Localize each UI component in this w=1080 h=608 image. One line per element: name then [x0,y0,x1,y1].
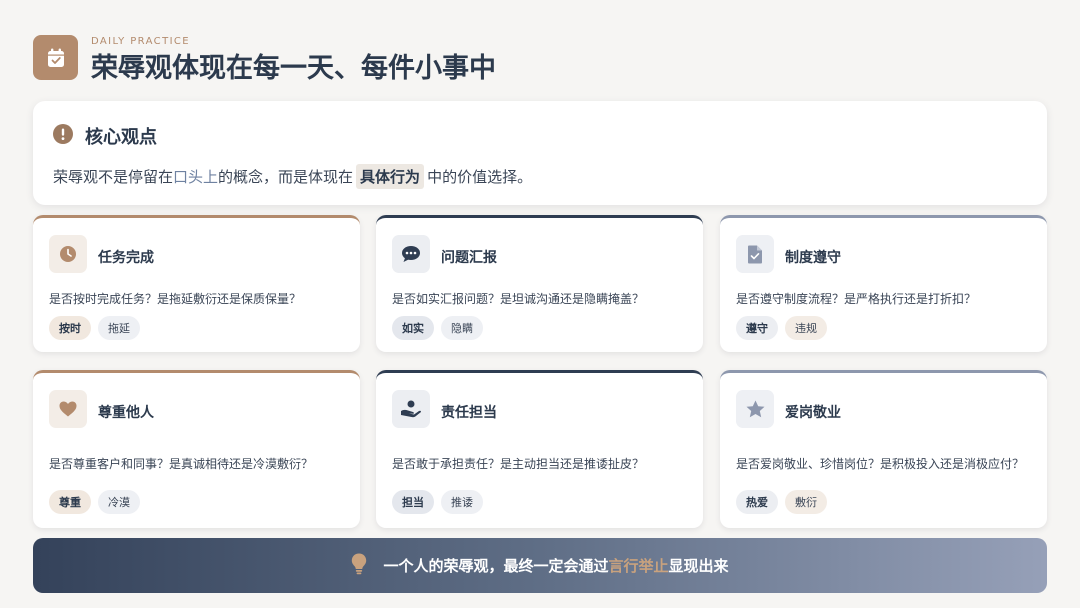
conclusion-banner: 一个人的荣辱观，最终一定会通过言行举止显现出来 [33,538,1047,593]
core-highlight-verbal: 口头上 [173,168,219,186]
tag-positive: 担当 [392,490,434,514]
tag-positive: 按时 [49,316,91,340]
card-question: 是否尊重客户和同事？是真诚相待还是冷漠敷衍？ [49,457,314,471]
tag-negative: 隐瞒 [441,316,483,340]
card-title: 爱岗敬业 [785,405,841,421]
page-title: 荣辱观体现在每一天、每件小事中 [91,53,496,84]
core-text-after: 中的价值选择。 [427,168,533,186]
card-question: 是否敢于承担责任？是主动担当还是推诿扯皮？ [392,457,645,471]
card-problem-reporting: 问题汇报 是否如实汇报问题？是坦诚沟通还是隐瞒掩盖？ 如实 隐瞒 [376,215,703,352]
card-tags: 热爱 敷衍 [736,490,827,514]
page-header: DAILY PRACTICE 荣辱观体现在每一天、每件小事中 [33,34,1047,84]
tag-positive: 遵守 [736,316,778,340]
card-question: 是否遵守制度流程？是严格执行还是打折扣？ [736,292,977,306]
card-task-completion: 任务完成 是否按时完成任务？是拖延敷衍还是保质保量？ 按时 拖延 [33,215,360,352]
core-viewpoint-header: 核心观点 [53,123,157,149]
core-viewpoint-title: 核心观点 [85,127,157,148]
card-tags: 按时 拖延 [49,316,140,340]
calendar-check-icon [33,35,78,80]
card-title: 制度遵守 [785,250,841,266]
core-viewpoint-text: 荣辱观不是停留在 口头上 的概念，而是体现在 具体行为 中的价值选择。 [53,164,532,189]
tag-positive: 热爱 [736,490,778,514]
card-question: 是否按时完成任务？是拖延敷衍还是保质保量？ [49,292,302,306]
card-rule-compliance: 制度遵守 是否遵守制度流程？是严格执行还是打折扣？ 遵守 违规 [720,215,1047,352]
lightbulb-icon [351,553,367,579]
card-tags: 如实 隐瞒 [392,316,483,340]
chat-bubble-icon [392,235,430,273]
banner-highlight: 言行举止 [608,557,669,575]
card-dedication: 爱岗敬业 是否爱岗敬业、珍惜岗位？是积极投入还是消极应付？ 热爱 敷衍 [720,370,1047,528]
card-tags: 尊重 冷漠 [49,490,140,514]
heart-icon [49,390,87,428]
star-icon [736,390,774,428]
banner-text-before: 一个人的荣辱观，最终一定会通过 [383,557,609,575]
exclamation-circle-icon [53,124,73,148]
core-viewpoint-panel: 核心观点 荣辱观不是停留在 口头上 的概念，而是体现在 具体行为 中的价值选择。 [33,101,1047,205]
card-title: 任务完成 [98,250,154,266]
card-title: 责任担当 [441,405,497,421]
card-question: 是否爱岗敬业、珍惜岗位？是积极投入还是消极应付？ [736,457,1025,471]
hand-holding-icon [392,390,430,428]
tag-negative: 冷漠 [98,490,140,514]
tag-negative: 违规 [785,316,827,340]
card-title: 问题汇报 [441,250,497,266]
tag-positive: 尊重 [49,490,91,514]
card-tags: 担当 推诿 [392,490,483,514]
card-respect-others: 尊重他人 是否尊重客户和同事？是真诚相待还是冷漠敷衍？ 尊重 冷漠 [33,370,360,528]
tag-negative: 推诿 [441,490,483,514]
banner-text-after: 显现出来 [668,557,729,575]
card-question: 是否如实汇报问题？是坦诚沟通还是隐瞒掩盖？ [392,292,645,306]
core-text-before: 荣辱观不是停留在 [53,168,174,186]
card-tags: 遵守 违规 [736,316,827,340]
clock-icon [49,235,87,273]
tag-positive: 如实 [392,316,434,340]
core-text-middle: 的概念，而是体现在 [218,168,354,186]
tag-negative: 敷衍 [785,490,827,514]
core-highlight-behavior: 具体行为 [356,164,425,189]
conclusion-text: 一个人的荣辱观，最终一定会通过言行举止显现出来 [383,555,728,576]
tag-negative: 拖延 [98,316,140,340]
card-title: 尊重他人 [98,405,154,421]
document-icon [736,235,774,273]
card-responsibility: 责任担当 是否敢于承担责任？是主动担当还是推诿扯皮？ 担当 推诿 [376,370,703,528]
